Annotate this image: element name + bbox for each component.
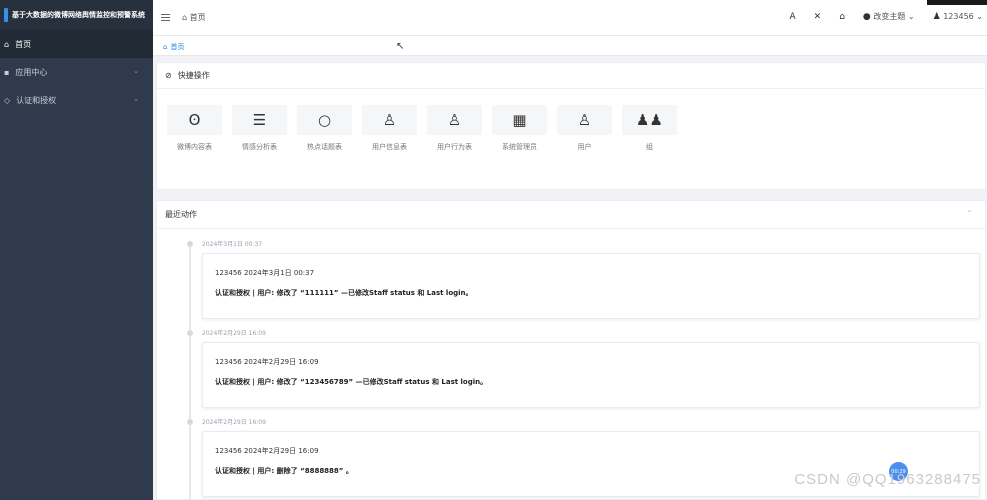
top-bar: ⌂ 首页 A ✕ ⌂ ● 改变主题 ⌄ ♟ 123456 ⌄	[153, 0, 987, 36]
quick-action-sentiment[interactable]: ☰ 情感分析表	[232, 105, 287, 152]
sidebar-item-app-center[interactable]: ▪ 应用中心 ⌄	[0, 58, 153, 86]
quick-action-label: 用户	[577, 143, 592, 151]
chevron-down-icon: ⌄	[976, 11, 983, 21]
sidebar-item-label: 首页	[15, 39, 32, 49]
sidebar-item-label: 认证和授权	[16, 95, 57, 105]
theme-label: 改变主题	[873, 12, 906, 21]
chevron-down-icon: ⌄	[133, 95, 139, 103]
font-size-icon[interactable]: A	[789, 12, 795, 22]
user-icon: ♙	[427, 105, 482, 135]
quick-action-user-info[interactable]: ♙ 用户信息表	[362, 105, 417, 152]
chevron-up-icon[interactable]: ⌃	[966, 209, 973, 218]
grid-icon: ▪	[4, 67, 10, 77]
quick-actions-panel: ⊘ 快捷操作 ʘ 微博内容表 ☰ 情感分析表 ○ 热点话题表 ♙ 用户信息表 ♙…	[156, 62, 986, 190]
grid-icon: ▦	[492, 105, 547, 135]
user-icon: ♙	[557, 105, 612, 135]
quick-action-label: 组	[646, 143, 653, 151]
home-icon: ⌂	[4, 39, 10, 49]
breadcrumb: ⌂ 首页	[161, 12, 206, 23]
timeline-date: 2024年2月29日 16:09	[202, 330, 266, 337]
fullscreen-icon[interactable]: ✕	[814, 12, 822, 22]
recent-actions-panel: 最近动作 ⌃ 2024年3月1日 00:37 123456 2024年3月1日 …	[156, 200, 986, 500]
shield-icon: ◇	[4, 95, 11, 105]
entry-line1: 123456 2024年2月29日 16:09	[215, 447, 319, 455]
tab-strip: ⌂ 首页 ↖	[153, 36, 987, 56]
sidebar: 基于大数据的微博网络舆情监控和预警系统 ⌂ 首页 ▪ 应用中心 ⌄ ◇ 认证和授…	[0, 0, 153, 500]
breadcrumb-label: 首页	[189, 13, 206, 22]
menu-toggle-icon[interactable]	[161, 14, 170, 21]
quick-action-label: 微博内容表	[177, 143, 212, 151]
quick-action-group[interactable]: ♟♟ 组	[622, 105, 677, 152]
circle-icon: ○	[297, 105, 352, 135]
quick-action-label: 情感分析表	[242, 143, 277, 151]
app-title: 基于大数据的微博网络舆情监控和预警系统	[12, 10, 145, 19]
quick-action-weibo[interactable]: ʘ 微博内容表	[167, 105, 222, 152]
user-name: 123456	[943, 11, 974, 21]
home-icon: ⌂	[163, 43, 168, 51]
chevron-down-icon: ⌄	[907, 12, 915, 21]
entry-line2[interactable]: 认证和授权 | 用户: 修改了 “123456789” —已修改Staff st…	[215, 377, 979, 387]
sidebar-item-home[interactable]: ⌂ 首页	[0, 30, 153, 58]
timeline-line	[189, 247, 191, 500]
timeline-date: 2024年3月1日 00:37	[202, 241, 263, 248]
quick-action-hot-topic[interactable]: ○ 热点话题表	[297, 105, 352, 152]
sidebar-item-auth[interactable]: ◇ 认证和授权 ⌄	[0, 86, 153, 114]
tab-home[interactable]: ⌂ 首页	[157, 39, 190, 55]
watermark: CSDN @QQ1963288475	[794, 471, 981, 488]
quick-actions-title: 快捷操作	[177, 71, 210, 80]
entry-line1: 123456 2024年3月1日 00:37	[215, 269, 315, 277]
brand-mark	[4, 7, 8, 22]
user-icon: ♙	[362, 105, 417, 135]
timeline-dot	[187, 241, 193, 247]
quick-action-user-behavior[interactable]: ♙ 用户行为表	[427, 105, 482, 152]
timeline-card: 123456 2024年3月1日 00:37 认证和授权 | 用户: 修改了 “…	[202, 253, 980, 319]
tab-label: 首页	[170, 43, 185, 51]
theme-button[interactable]: ● 改变主题 ⌄	[863, 11, 915, 22]
quick-action-label: 用户行为表	[437, 143, 472, 151]
quick-action-label: 热点话题表	[307, 143, 342, 151]
breadcrumb-home[interactable]: ⌂ 首页	[182, 12, 206, 23]
quick-action-admin[interactable]: ▦ 系统管理员	[492, 105, 547, 152]
timeline-card: 123456 2024年2月29日 16:09 认证和授权 | 用户: 修改了 …	[202, 342, 980, 408]
timeline-date: 2024年2月29日 16:09	[202, 419, 266, 426]
timeline-dot	[187, 419, 193, 425]
user-icon: ♟	[932, 11, 941, 22]
top-actions: A ✕ ⌂ ● 改变主题 ⌄ ♟ 123456 ⌄	[789, 11, 983, 23]
user-menu[interactable]: ♟ 123456 ⌄	[933, 12, 983, 22]
home-icon: ⌂	[182, 13, 188, 22]
top-corner-strip	[927, 0, 987, 5]
home-icon[interactable]: ⌂	[839, 12, 845, 22]
users-icon: ♟♟	[622, 105, 677, 135]
entry-line1: 123456 2024年2月29日 16:09	[215, 358, 319, 366]
quick-action-label: 用户信息表	[372, 143, 407, 151]
quick-actions-header: ⊘ 快捷操作	[157, 63, 985, 89]
sidebar-item-label: 应用中心	[15, 67, 48, 77]
chevron-down-icon: ⌄	[133, 67, 139, 75]
link-icon: ⊘	[165, 71, 172, 80]
mouse-cursor-icon: ↖	[396, 41, 405, 52]
quick-action-label: 系统管理员	[502, 143, 537, 151]
recent-actions-header: 最近动作 ⌃	[157, 201, 985, 229]
recent-actions-title: 最近动作	[165, 210, 197, 219]
weibo-icon: ʘ	[167, 105, 222, 135]
sidebar-header: 基于大数据的微博网络舆情监控和预警系统	[0, 0, 153, 30]
list-icon: ☰	[232, 105, 287, 135]
timeline-dot	[187, 330, 193, 336]
entry-line2[interactable]: 认证和授权 | 用户: 修改了 “111111” —已修改Staff statu…	[215, 288, 979, 298]
quick-action-user[interactable]: ♙ 用户	[557, 105, 612, 152]
quick-actions-list: ʘ 微博内容表 ☰ 情感分析表 ○ 热点话题表 ♙ 用户信息表 ♙ 用户行为表 …	[167, 105, 677, 152]
palette-icon: ●	[862, 12, 871, 22]
